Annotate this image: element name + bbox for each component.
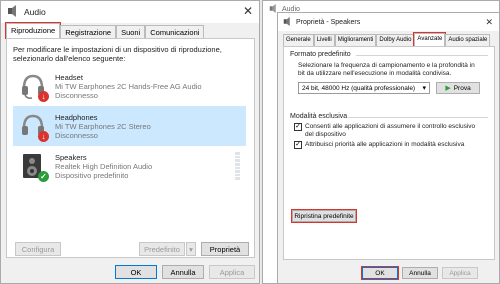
device-detail: Mi TW Earphones 2C Stereo: [55, 121, 151, 131]
apply-button[interactable]: Applica: [209, 265, 255, 279]
speakers-properties-dialog: Proprietà - Speakers ✕ Generale Livelli …: [277, 12, 500, 284]
tab-suoni[interactable]: Suoni: [116, 25, 146, 38]
checkbox-checked-icon: ✓: [294, 141, 302, 149]
speaker-app-icon: [283, 16, 292, 28]
test-button[interactable]: ▶ Prova: [436, 82, 480, 94]
exclusive-control-checkbox[interactable]: ✓ Consenti alle applicazioni di assumere…: [294, 123, 484, 139]
advanced-panel: Formato predefinito Selezionare la frequ…: [283, 46, 495, 260]
tab-registrazione[interactable]: Registrazione: [60, 25, 117, 38]
tab-dolby-audio[interactable]: Dolby Audio: [376, 34, 415, 46]
default-check-badge: ✓: [38, 171, 49, 182]
disconnected-badge: ↓: [38, 91, 49, 102]
audio-window-title: Audio: [24, 7, 46, 17]
chevron-down-icon: ▾: [189, 244, 193, 254]
device-detail: Mi TW Earphones 2C Hands-Free AG Audio: [55, 81, 202, 91]
format-select[interactable]: 24 bit, 48000 Hz (qualità professionale)…: [298, 82, 430, 94]
playback-panel: Per modificare le impostazioni di un dis…: [6, 38, 255, 258]
tab-comunicazioni[interactable]: Comunicazioni: [145, 25, 205, 38]
chevron-down-icon: ▾: [422, 85, 426, 92]
group-divider: [356, 55, 488, 56]
properties-tabs: Generale Livelli Miglioramenti Dolby Aud…: [283, 32, 491, 47]
ok-button[interactable]: OK: [361, 266, 399, 280]
play-icon: ▶: [445, 85, 451, 92]
tab-livelli[interactable]: Livelli: [313, 34, 335, 46]
device-list: ↓ Headset Mi TW Earphones 2C Hands-Free …: [13, 66, 246, 206]
test-button-label: Prova: [453, 84, 471, 92]
headset-icon: ↓: [19, 72, 49, 102]
tab-generale[interactable]: Generale: [283, 34, 314, 46]
exclusive-control-label: Consenti alle applicazioni di assumere i…: [305, 123, 476, 138]
device-detail: Realtek High Definition Audio: [55, 161, 153, 171]
tab-audio-spaziale[interactable]: Audio spaziale: [445, 34, 491, 46]
device-headset[interactable]: ↓ Headset Mi TW Earphones 2C Hands-Free …: [13, 66, 246, 106]
audio-tabs: Riproduzione Registrazione Suoni Comunic…: [4, 22, 205, 39]
device-status: Disconnesso: [55, 130, 98, 140]
device-name: Headset: [55, 72, 83, 82]
properties-window-title: Proprietà - Speakers: [296, 18, 361, 26]
default-format-title: Formato predefinito: [290, 51, 351, 58]
group-divider: [348, 117, 488, 118]
audio-title-bar: Audio ✕: [1, 1, 259, 23]
exclusive-priority-checkbox[interactable]: ✓ Attribuisci priorità alle applicazioni…: [294, 141, 484, 149]
default-format-description: Selezionare la frequenza di campionament…: [298, 62, 475, 77]
tab-riproduzione[interactable]: Riproduzione: [4, 22, 62, 39]
device-status: Disconnesso: [55, 90, 98, 100]
format-select-value: 24 bit, 48000 Hz (qualità professionale): [302, 84, 416, 92]
playback-description: Per modificare le impostazioni di un dis…: [13, 45, 222, 63]
properties-button[interactable]: Proprietà: [201, 242, 249, 256]
close-icon[interactable]: ✕: [243, 4, 253, 18]
device-speakers[interactable]: ✓ Speakers Realtek High Definition Audio…: [13, 146, 246, 186]
cancel-button[interactable]: Annulla: [162, 265, 204, 279]
headphones-icon: ↓: [19, 112, 49, 142]
set-default-button[interactable]: Predefinito: [139, 242, 185, 256]
close-icon[interactable]: ✕: [485, 15, 493, 29]
cancel-button[interactable]: Annulla: [402, 267, 438, 279]
exclusive-priority-label: Attribuisci priorità alle applicazioni i…: [305, 141, 465, 148]
tab-miglioramenti[interactable]: Miglioramenti: [334, 34, 377, 46]
ok-button[interactable]: OK: [115, 265, 157, 279]
configure-button[interactable]: Configura: [15, 242, 61, 256]
device-name: Headphones: [55, 112, 98, 122]
properties-title-bar: Proprietà - Speakers ✕: [278, 13, 499, 31]
device-name: Speakers: [55, 152, 87, 162]
checkbox-checked-icon: ✓: [294, 123, 302, 131]
device-headphones[interactable]: ↓ Headphones Mi TW Earphones 2C Stereo D…: [13, 106, 246, 146]
restore-defaults-button[interactable]: Ripristina predefinite: [291, 209, 357, 223]
volume-meter: [235, 152, 240, 180]
speaker-app-icon: [7, 5, 19, 19]
tab-avanzate[interactable]: Avanzate: [413, 32, 447, 47]
exclusive-mode-title: Modalità esclusiva: [290, 113, 348, 120]
set-default-dropdown[interactable]: ▾: [186, 242, 196, 256]
speaker-icon: ✓: [19, 152, 49, 182]
device-status: Dispositivo predefinito: [55, 170, 129, 180]
audio-dialog: Audio ✕ Riproduzione Registrazione Suoni…: [0, 0, 260, 284]
apply-button[interactable]: Applica: [442, 267, 478, 279]
disconnected-badge: ↓: [38, 131, 49, 142]
